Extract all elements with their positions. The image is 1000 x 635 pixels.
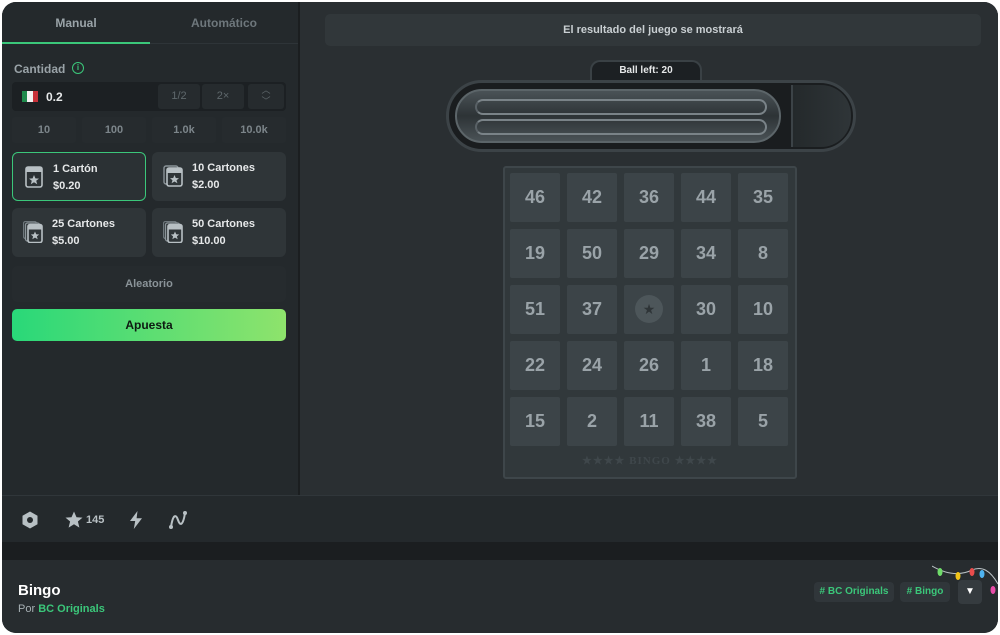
board-cell: 29: [624, 229, 674, 278]
board-cell: 37: [567, 285, 617, 334]
card-option-1[interactable]: 1 Cartón $0.20: [12, 152, 146, 201]
card-option-50[interactable]: 50 Cartones $10.00: [152, 208, 286, 257]
random-button[interactable]: Aleatorio: [12, 266, 286, 302]
result-banner: El resultado del juego se mostrará: [325, 14, 981, 46]
chevron-up-icon[interactable]: ︿: [248, 85, 284, 96]
tube-glass: [455, 89, 781, 143]
half-button[interactable]: 1/2: [158, 84, 200, 109]
app-frame: Manual Automático Cantidad i 1/2 2× ︿ ﹀ …: [2, 2, 998, 633]
card-price: $0.20: [53, 180, 81, 192]
preset-button[interactable]: 10: [12, 117, 76, 143]
amount-field: 1/2 2× ︿ ﹀: [12, 82, 286, 111]
card-price: $10.00: [192, 235, 226, 247]
board-cell: 51: [510, 285, 560, 334]
board-cell: 26: [624, 341, 674, 390]
tab-automatic[interactable]: Automático: [150, 2, 298, 44]
board-cell: 19: [510, 229, 560, 278]
tube-cap: [791, 85, 851, 147]
bingo-cards-stack-icon: [163, 221, 183, 243]
amount-input[interactable]: [46, 82, 156, 111]
bingo-card-icon: [25, 166, 43, 188]
settings-hex-icon[interactable]: [20, 510, 40, 530]
ball-tube: [446, 80, 856, 152]
balls-left-counter: Ball left: 20: [590, 60, 702, 80]
board-cell: 8: [738, 229, 788, 278]
double-button[interactable]: 2×: [202, 84, 244, 109]
bingo-cards-stack-icon: [23, 221, 43, 243]
bingo-cards-icon: [163, 165, 183, 187]
preset-button[interactable]: 1.0k: [152, 117, 216, 143]
board-cell: 34: [681, 229, 731, 278]
board-cell: 46: [510, 173, 560, 222]
star-icon[interactable]: [64, 510, 84, 530]
lightning-icon[interactable]: [126, 510, 146, 530]
board-cell: 22: [510, 341, 560, 390]
card-option-10[interactable]: 10 Cartones $2.00: [152, 152, 286, 201]
card-title: 10 Cartones: [192, 162, 255, 174]
board-cell: 5: [738, 397, 788, 446]
board-cell: 50: [567, 229, 617, 278]
tab-manual[interactable]: Manual: [2, 2, 150, 44]
preset-button[interactable]: 100: [82, 117, 146, 143]
card-title: 1 Cartón: [53, 163, 98, 175]
tag-bc-originals[interactable]: # BC Originals: [814, 582, 894, 602]
free-cell: ★: [624, 285, 674, 334]
card-title: 25 Cartones: [52, 218, 115, 230]
board-cell: 24: [567, 341, 617, 390]
board-cell: 30: [681, 285, 731, 334]
bingo-board: 46 42 36 44 35 19 50 29 34 8 51 37 ★ 30 …: [503, 166, 797, 479]
card-option-25[interactable]: 25 Cartones $5.00: [12, 208, 146, 257]
tube-rail: [475, 119, 767, 135]
board-cell: 1: [681, 341, 731, 390]
board-cell: 44: [681, 173, 731, 222]
game-title: Bingo: [18, 582, 61, 599]
board-footer: ★★★★ BINGO ★★★★: [581, 455, 719, 467]
board-cell: 42: [567, 173, 617, 222]
favorites-count: 145: [86, 514, 105, 526]
provider-prefix: Por: [18, 603, 36, 615]
provider-line: Por BC Originals: [18, 603, 105, 615]
chart-curve-icon[interactable]: [168, 510, 188, 530]
info-icon[interactable]: i: [72, 62, 84, 74]
star-icon: ★: [635, 295, 663, 323]
preset-button[interactable]: 10.0k: [222, 117, 286, 143]
board-cell: 15: [510, 397, 560, 446]
provider-link[interactable]: BC Originals: [38, 603, 105, 615]
board-cell: 36: [624, 173, 674, 222]
board-cell: 38: [681, 397, 731, 446]
chevron-down-icon[interactable]: ﹀: [248, 96, 284, 107]
game-toolbar: 145: [2, 495, 998, 542]
card-title: 50 Cartones: [192, 218, 255, 230]
game-area: El resultado del juego se mostrará Ball …: [300, 2, 998, 495]
holiday-lights-icon: [932, 565, 998, 594]
board-cell: 2: [567, 397, 617, 446]
bet-button[interactable]: Apuesta: [12, 309, 286, 341]
mode-tabs: Manual Automático: [2, 2, 298, 44]
bet-panel: Manual Automático Cantidad i 1/2 2× ︿ ﹀ …: [2, 2, 298, 495]
card-price: $5.00: [52, 235, 80, 247]
board-cell: 11: [624, 397, 674, 446]
amount-stepper[interactable]: ︿ ﹀: [248, 84, 284, 109]
amount-label: Cantidad: [14, 62, 66, 76]
currency-flag-icon: [22, 91, 38, 102]
board-cell: 18: [738, 341, 788, 390]
card-price: $2.00: [192, 179, 220, 191]
board-cell: 35: [738, 173, 788, 222]
board-cell: 10: [738, 285, 788, 334]
game-info-footer: Bingo Por BC Originals # BC Originals # …: [2, 560, 998, 633]
tube-rail: [475, 99, 767, 115]
